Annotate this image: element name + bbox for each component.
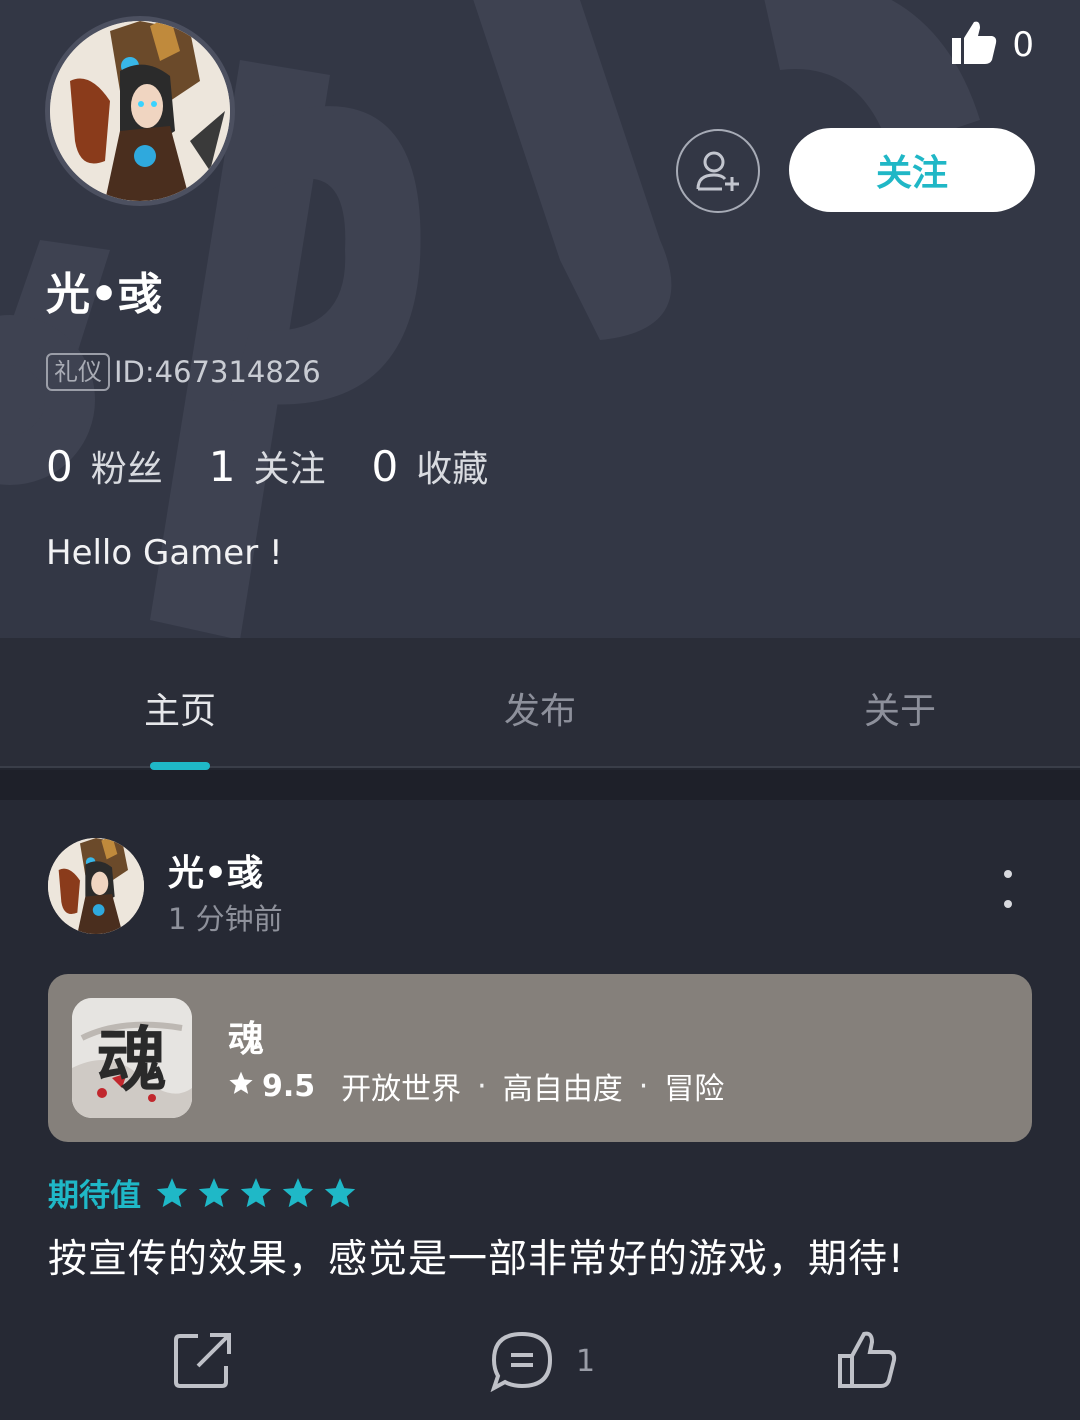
star-icon	[240, 1177, 272, 1207]
stat-following[interactable]: 1 关注	[209, 440, 326, 492]
game-tag: 开放世界	[341, 1072, 462, 1107]
stat-favorites-count: 0	[371, 442, 399, 491]
post-card: 光•彧 1 分钟前 魂 魂 9.5 开放世界 · 高自由度 · 冒险 期待值 按…	[0, 800, 1080, 1420]
post-actions: 1	[0, 1324, 1080, 1404]
user-badge[interactable]: 礼仪	[46, 353, 110, 391]
divider	[0, 770, 1080, 800]
share-icon	[174, 1333, 231, 1388]
avatar-image	[48, 838, 144, 934]
like-count: 0	[1012, 25, 1034, 65]
star-icon	[156, 1177, 188, 1207]
stat-favorites[interactable]: 0 收藏	[372, 440, 489, 492]
active-tab-indicator	[150, 762, 210, 770]
more-dot	[1004, 900, 1012, 908]
thumbs-up-icon	[950, 20, 998, 70]
game-logo-glyph: 魂	[97, 1018, 167, 1101]
review-text: 按宣传的效果，感觉是一部非常好的游戏，期待!	[48, 1237, 905, 1282]
profile-tabs: 主页 发布 关于	[0, 638, 1080, 768]
id-row: 礼仪 ID:467314826	[46, 353, 321, 391]
tab-posts[interactable]: 发布	[360, 638, 720, 766]
comment-button[interactable]: 1	[490, 1330, 595, 1392]
avatar[interactable]	[45, 16, 235, 206]
stat-following-count: 1	[208, 442, 236, 491]
stat-favorites-label: 收藏	[416, 449, 489, 490]
comment-count: 1	[576, 1343, 596, 1379]
expectation-stars	[155, 1176, 357, 1210]
profile-stats: 0 粉丝 1 关注 0 收藏	[46, 440, 534, 492]
add-friend-button[interactable]	[676, 129, 760, 213]
share-button[interactable]	[172, 1330, 234, 1390]
game-name: 魂	[228, 1019, 265, 1060]
tag-separator: ·	[477, 1068, 487, 1104]
stat-following-label: 关注	[253, 449, 326, 490]
star-icon	[198, 1177, 230, 1207]
game-icon: 魂	[72, 998, 192, 1118]
like-button[interactable]	[836, 1330, 898, 1390]
more-dot	[1004, 870, 1012, 878]
game-rating: 9.5	[262, 1068, 316, 1104]
stat-followers[interactable]: 0 粉丝	[46, 440, 163, 492]
profile-username: 光•彧	[46, 269, 163, 320]
star-icon	[228, 1069, 254, 1104]
stat-followers-count: 0	[46, 442, 73, 491]
like-counter[interactable]: 0	[950, 20, 1034, 70]
post-author-avatar[interactable]	[48, 838, 144, 934]
add-user-icon	[696, 151, 739, 191]
comment-icon	[490, 1331, 553, 1392]
game-card[interactable]: 魂 魂 9.5 开放世界 · 高自由度 · 冒险	[48, 974, 1032, 1142]
post-author-name[interactable]: 光•彧	[168, 844, 263, 896]
expectation-rating: 期待值	[48, 1170, 357, 1215]
post-timestamp: 1 分钟前	[168, 902, 283, 936]
star-icon	[282, 1177, 314, 1207]
user-id: ID:467314826	[114, 355, 321, 389]
profile-bio: Hello Gamer !	[46, 533, 283, 573]
expectation-label: 期待值	[48, 1178, 141, 1214]
game-meta: 9.5 开放世界 · 高自由度 · 冒险	[228, 1064, 724, 1108]
profile-header: 0 关注 光•彧 礼仪 ID:467314826 0 粉丝 1 关注 0 收藏 …	[0, 0, 1080, 638]
game-tag: 高自由度	[502, 1072, 623, 1107]
star-icon	[324, 1177, 356, 1207]
follow-button[interactable]: 关注	[789, 128, 1035, 212]
thumbs-up-icon	[838, 1331, 897, 1388]
stat-followers-label: 粉丝	[90, 449, 163, 490]
game-logo-icon: 魂	[72, 998, 192, 1118]
tab-home[interactable]: 主页	[0, 638, 360, 766]
game-tag: 冒险	[664, 1072, 725, 1107]
more-options-button[interactable]	[990, 864, 1026, 914]
tab-about[interactable]: 关于	[720, 638, 1080, 766]
avatar-image	[50, 21, 230, 201]
tag-separator: ·	[638, 1068, 649, 1104]
